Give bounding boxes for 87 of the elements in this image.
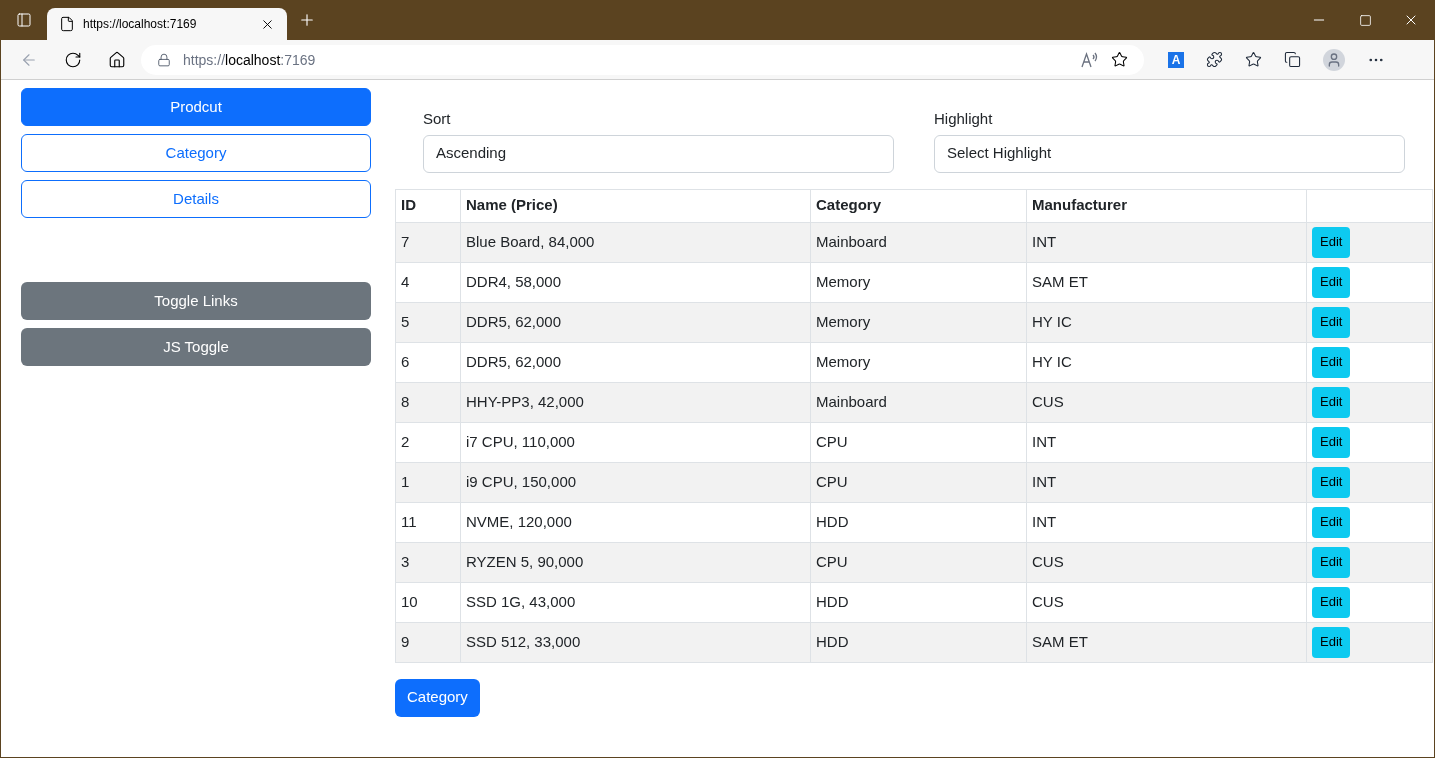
- table-cell: INT: [1026, 222, 1307, 262]
- table-cell: INT: [1026, 502, 1307, 542]
- table-cell: 5: [395, 302, 461, 342]
- page-icon: [59, 16, 75, 32]
- nav-button[interactable]: Prodcut: [21, 88, 371, 126]
- table-cell: HY IC: [1026, 342, 1307, 382]
- edit-button[interactable]: Edit: [1312, 266, 1351, 298]
- nav-button[interactable]: Details: [21, 180, 371, 218]
- table-cell: RYZEN 5, 90,000: [460, 542, 811, 582]
- table-cell: CPU: [810, 462, 1027, 502]
- table-cell: CPU: [810, 542, 1027, 582]
- edit-button[interactable]: Edit: [1312, 426, 1351, 458]
- table-cell: i7 CPU, 110,000: [460, 422, 811, 462]
- add-favorite-icon[interactable]: [1111, 51, 1128, 68]
- table-cell: DDR5, 62,000: [460, 302, 811, 342]
- reload-icon[interactable]: [64, 50, 82, 69]
- table-cell: 6: [395, 342, 461, 382]
- column-header: Name (Price): [460, 189, 811, 222]
- table-cell: Mainboard: [810, 222, 1027, 262]
- translate-icon[interactable]: A: [1168, 51, 1184, 68]
- table-cell: i9 CPU, 150,000: [460, 462, 811, 502]
- table-cell: NVME, 120,000: [460, 502, 811, 542]
- table-cell: 7: [395, 222, 461, 262]
- table-cell: 9: [395, 622, 461, 662]
- table-cell: 10: [395, 582, 461, 622]
- table-cell: HDD: [810, 622, 1027, 662]
- column-header: Manufacturer: [1026, 189, 1307, 222]
- table-cell: Mainboard: [810, 382, 1027, 422]
- field-label: Highlight: [934, 109, 994, 129]
- table-cell: CPU: [810, 422, 1027, 462]
- collections-icon[interactable]: [1284, 51, 1301, 68]
- column-header: Category: [810, 189, 1027, 222]
- table-cell: SAM ET: [1026, 622, 1307, 662]
- table-cell: CUS: [1026, 382, 1307, 422]
- toggle-button[interactable]: Toggle Links: [21, 282, 371, 320]
- address-bar[interactable]: https://localhost:7169: [141, 44, 1144, 75]
- edit-button[interactable]: Edit: [1312, 546, 1351, 578]
- edit-button[interactable]: Edit: [1312, 626, 1351, 658]
- browser-tab[interactable]: https://localhost:7169: [47, 8, 287, 40]
- edit-button[interactable]: Edit: [1312, 466, 1351, 498]
- table-cell: 2: [395, 422, 461, 462]
- table-cell: HY IC: [1026, 302, 1307, 342]
- read-aloud-icon[interactable]: [1081, 51, 1099, 68]
- table-cell: INT: [1026, 422, 1307, 462]
- maximize-icon[interactable]: [1358, 13, 1372, 27]
- edit-button[interactable]: Edit: [1312, 506, 1351, 538]
- column-header: ID: [395, 189, 461, 222]
- category-button[interactable]: Category: [395, 678, 480, 717]
- table-cell: SSD 1G, 43,000: [460, 582, 811, 622]
- table-cell: HDD: [810, 502, 1027, 542]
- table-cell: Memory: [810, 342, 1027, 382]
- nav-button[interactable]: Category: [21, 134, 371, 172]
- table-cell: HHY-PP3, 42,000: [460, 382, 811, 422]
- profile-avatar[interactable]: [1323, 48, 1345, 71]
- table-cell: Memory: [810, 262, 1027, 302]
- table-cell: HDD: [810, 582, 1027, 622]
- tab-actions-icon[interactable]: [16, 12, 32, 28]
- table-cell: 11: [395, 502, 461, 542]
- edit-button[interactable]: Edit: [1312, 386, 1351, 418]
- table-cell: CUS: [1026, 582, 1307, 622]
- table-cell: 8: [395, 382, 461, 422]
- favorites-icon[interactable]: [1245, 51, 1262, 68]
- field-label: Sort: [423, 109, 452, 129]
- select-field[interactable]: Ascending: [423, 134, 894, 173]
- table-cell: 3: [395, 542, 461, 582]
- table-cell: CUS: [1026, 542, 1307, 582]
- table-cell: SAM ET: [1026, 262, 1307, 302]
- edit-button[interactable]: Edit: [1312, 226, 1351, 258]
- edit-button[interactable]: Edit: [1312, 586, 1351, 618]
- new-tab-icon[interactable]: [298, 11, 316, 29]
- url-text: https://localhost:7169: [183, 50, 317, 70]
- extensions-icon[interactable]: [1206, 51, 1223, 68]
- table-cell: 4: [395, 262, 461, 302]
- toggle-button[interactable]: JS Toggle: [21, 328, 371, 366]
- edit-button[interactable]: Edit: [1312, 306, 1351, 338]
- lock-icon: [157, 52, 171, 67]
- tab-title: https://localhost:7169: [83, 16, 198, 32]
- table-cell: SSD 512, 33,000: [460, 622, 811, 662]
- home-icon[interactable]: [108, 50, 126, 69]
- table-cell: DDR4, 58,000: [460, 262, 811, 302]
- table-cell: INT: [1026, 462, 1307, 502]
- table-cell: 1: [395, 462, 461, 502]
- table-cell: DDR5, 62,000: [460, 342, 811, 382]
- table-cell: Memory: [810, 302, 1027, 342]
- select-field[interactable]: Select Highlight: [934, 134, 1405, 173]
- edit-button[interactable]: Edit: [1312, 346, 1351, 378]
- table-cell: Blue Board, 84,000: [460, 222, 811, 262]
